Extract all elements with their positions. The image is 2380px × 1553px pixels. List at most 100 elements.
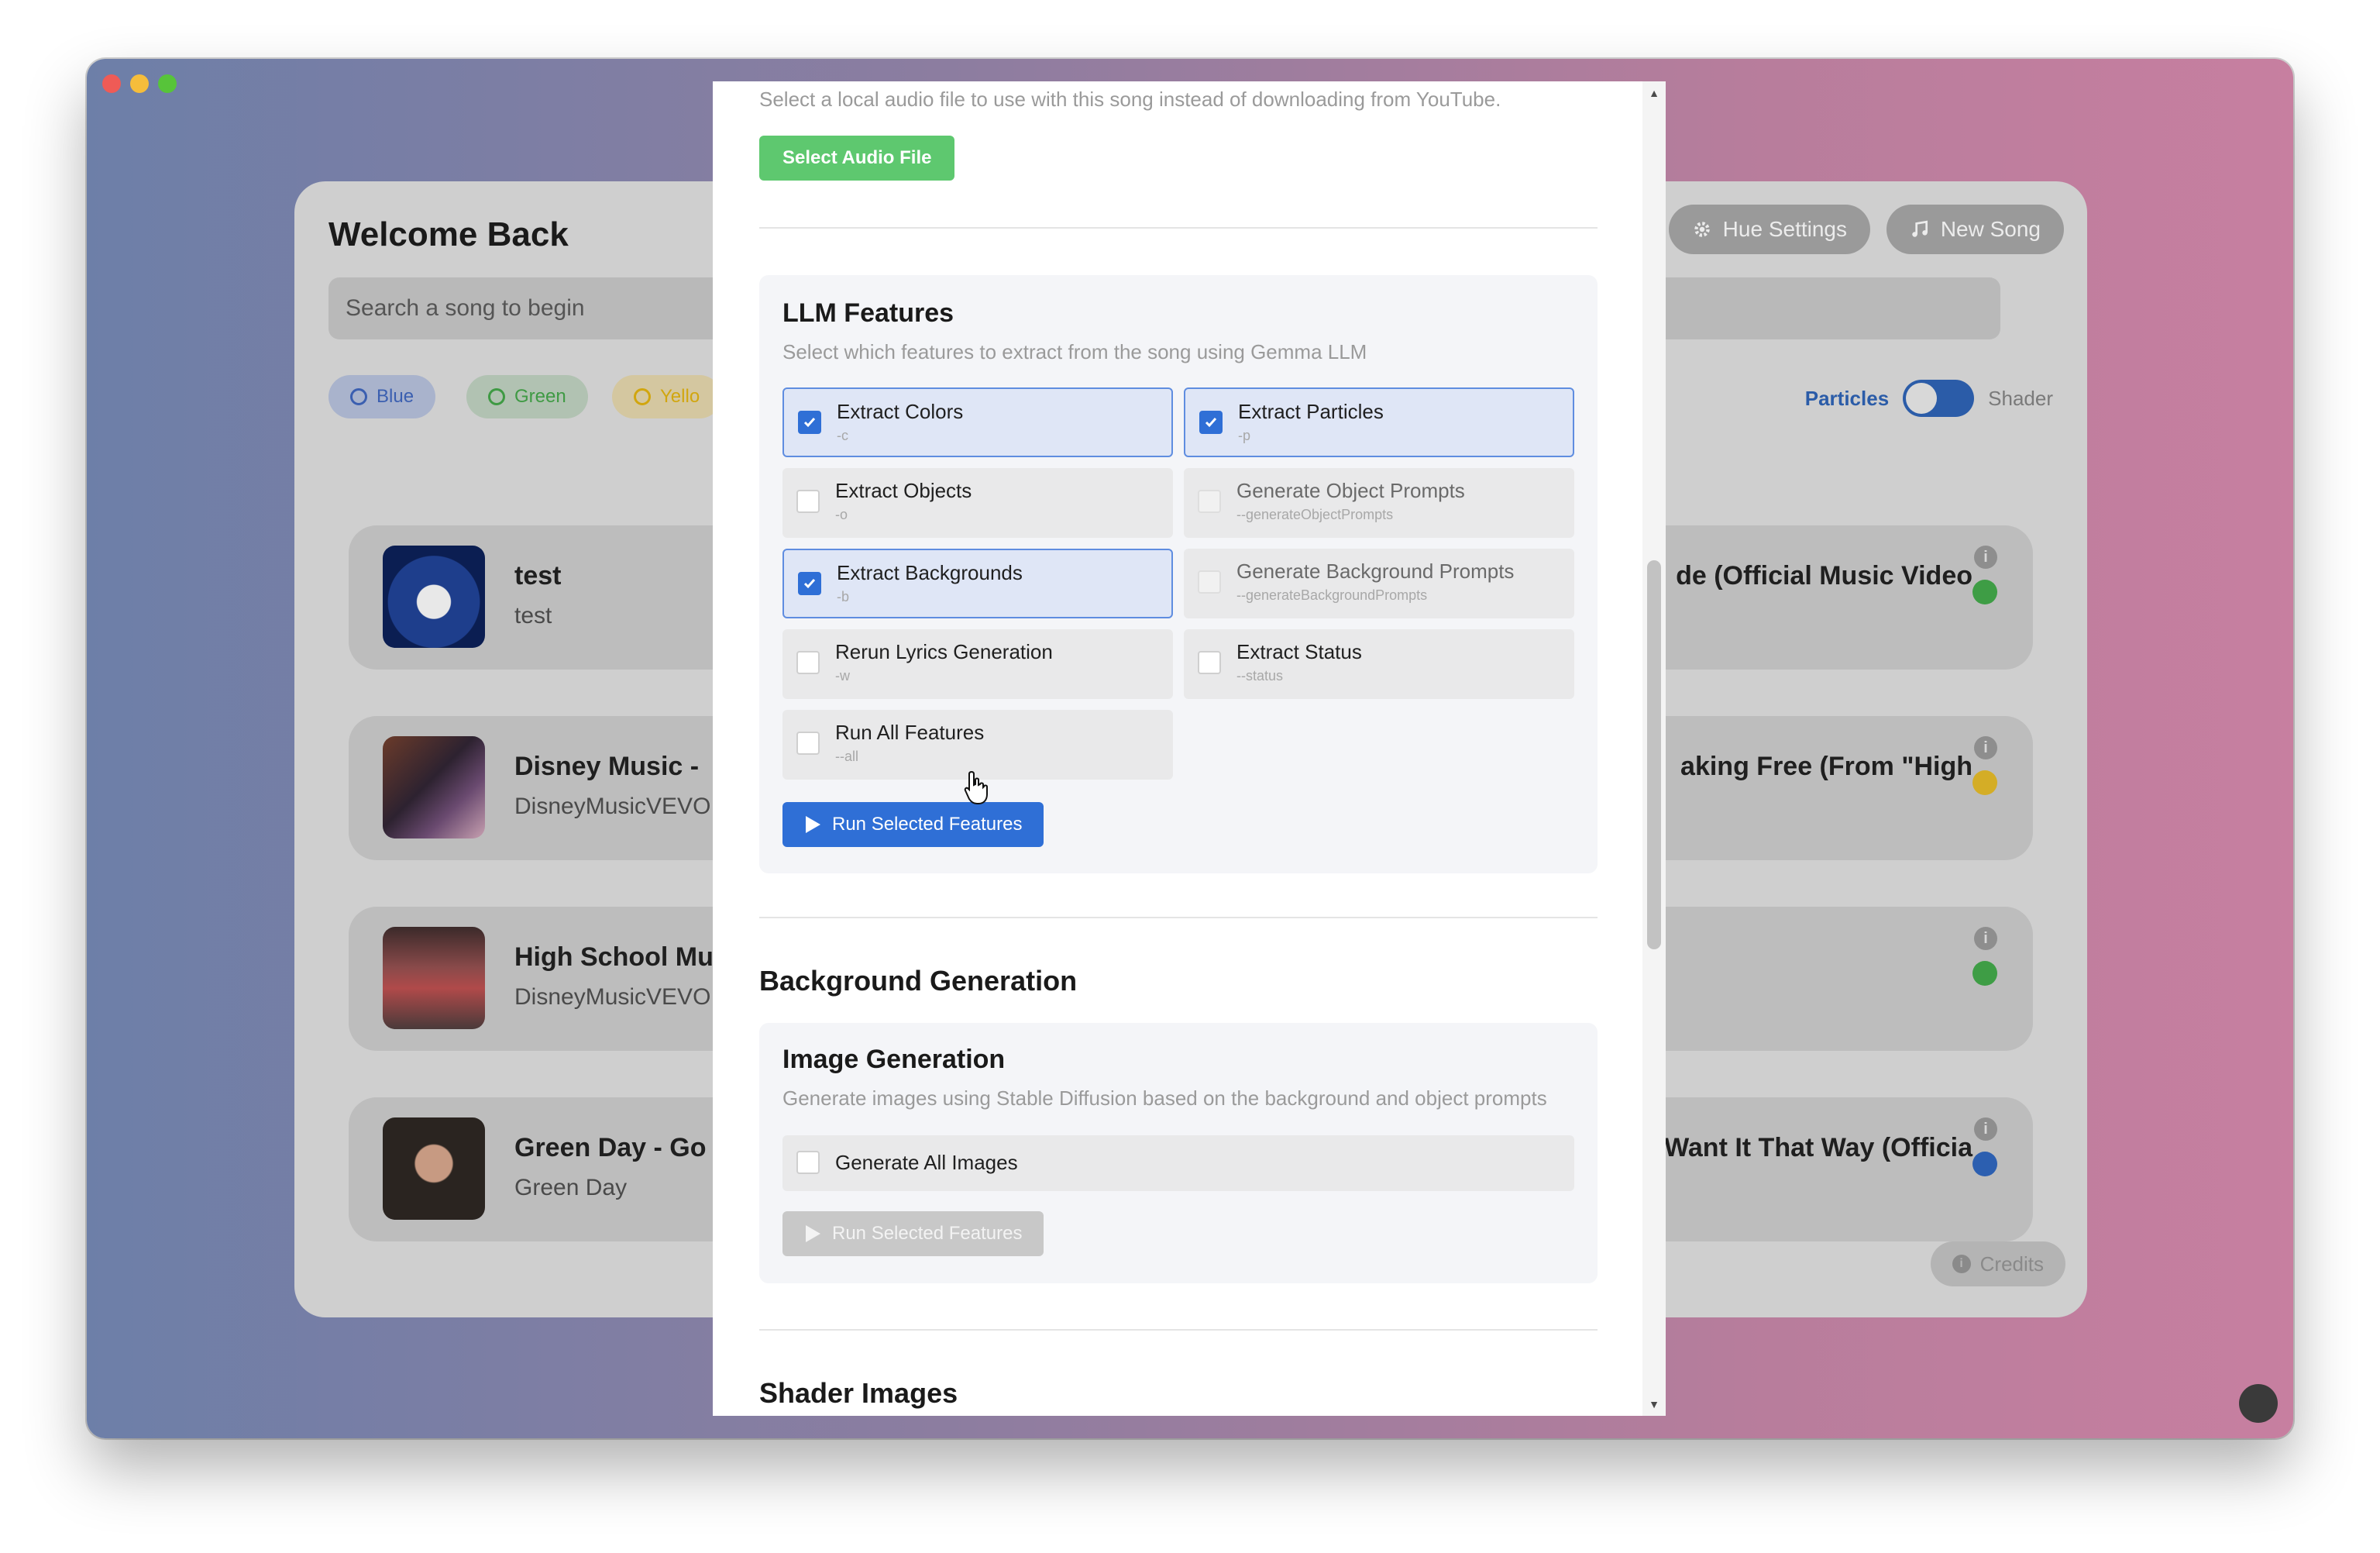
divider: [759, 227, 1598, 229]
feature-flag: -p: [1238, 428, 1251, 443]
song-settings-modal: ▲ ▼ Select a local audio file to use wit…: [713, 81, 1666, 1416]
song-artist: DisneyMusicVEVO: [514, 794, 711, 819]
shader-label: Shader: [1988, 386, 2053, 410]
info-icon[interactable]: i: [1974, 736, 1997, 759]
feature-generate-object-prompts[interactable]: Generate Object Prompts --generateObject…: [1184, 468, 1574, 538]
filter-blue[interactable]: Blue: [328, 375, 436, 418]
llm-features-subtitle: Select which features to extract from th…: [782, 340, 1367, 363]
particles-label: Particles: [1804, 386, 1890, 410]
feature-extract-backgrounds[interactable]: Extract Backgrounds -b: [782, 549, 1173, 618]
local-audio-description: Select a local audio file to use with th…: [759, 88, 1501, 111]
zoom-window-button[interactable]: [158, 74, 177, 93]
song-thumbnail: [383, 1117, 485, 1220]
status-dot: [1972, 1152, 1997, 1176]
song-title-overflow: de (Official Music Video: [1676, 561, 1972, 591]
checkbox[interactable]: [796, 732, 820, 755]
feature-flag: --generateBackgroundPrompts: [1236, 587, 1428, 603]
filter-label: Blue: [377, 386, 414, 407]
song-title: test: [514, 561, 562, 591]
filter-label: Green: [514, 386, 566, 407]
info-icon[interactable]: i: [1974, 1117, 1997, 1141]
new-song-button[interactable]: New Song: [1886, 205, 2064, 254]
checkbox[interactable]: [796, 1151, 820, 1174]
filter-green[interactable]: Green: [466, 375, 588, 418]
feature-flag: --status: [1236, 668, 1284, 684]
filter-yellow[interactable]: Yello: [612, 375, 722, 418]
song-title: Green Day - Go: [514, 1133, 707, 1162]
status-dot: [1972, 770, 1997, 795]
checkbox[interactable]: [1198, 490, 1221, 513]
song-title: Disney Music -: [514, 752, 700, 781]
image-generation-title: Image Generation: [782, 1045, 1006, 1074]
feature-label: Run All Features: [835, 721, 985, 744]
circle-icon: [488, 388, 505, 405]
shader-images-title: Shader Images: [759, 1377, 958, 1409]
feature-flag: -w: [835, 668, 850, 684]
option-label: Generate All Images: [835, 1151, 1018, 1174]
song-artist: test: [514, 603, 552, 628]
feature-label: Extract Status: [1236, 640, 1362, 663]
circle-icon: [350, 388, 367, 405]
switch-knob: [1906, 383, 1938, 414]
filter-label: Yello: [660, 386, 700, 407]
song-artist: DisneyMusicVEVO: [514, 984, 711, 1010]
feature-label: Extract Objects: [835, 479, 972, 502]
checkbox[interactable]: [1198, 570, 1221, 594]
image-generation-panel: Image Generation Generate images using S…: [759, 1023, 1598, 1283]
feature-extract-status[interactable]: Extract Status --status: [1184, 629, 1574, 699]
run-image-generation-button[interactable]: Run Selected Features: [782, 1211, 1044, 1256]
credits-button[interactable]: i Credits: [1930, 1241, 2065, 1286]
status-dot: [1972, 961, 1997, 986]
close-window-button[interactable]: [102, 74, 121, 93]
checkbox[interactable]: [796, 490, 820, 513]
hue-settings-label: Hue Settings: [1722, 217, 1847, 241]
modal-scrollbar[interactable]: ▲ ▼: [1642, 81, 1666, 1416]
mode-switch[interactable]: [1903, 380, 1975, 417]
feature-label: Rerun Lyrics Generation: [835, 640, 1053, 663]
feature-generate-background-prompts[interactable]: Generate Background Prompts --generateBa…: [1184, 549, 1574, 618]
scroll-thumb[interactable]: [1647, 560, 1661, 949]
song-title: High School Mu: [514, 942, 714, 972]
info-icon: i: [1952, 1255, 1971, 1273]
hue-settings-button[interactable]: Hue Settings: [1668, 205, 1870, 254]
info-icon[interactable]: i: [1974, 927, 1997, 950]
feature-flag: --generateObjectPrompts: [1236, 507, 1394, 522]
run-button-label: Run Selected Features: [832, 1223, 1023, 1244]
generate-all-images-option[interactable]: Generate All Images: [782, 1135, 1574, 1191]
minimize-window-button[interactable]: [130, 74, 149, 93]
scroll-up-icon[interactable]: ▲: [1647, 86, 1661, 100]
feature-label: Generate Object Prompts: [1236, 479, 1465, 502]
select-audio-file-button[interactable]: Select Audio File: [759, 136, 955, 181]
feature-extract-colors[interactable]: Extract Colors -c: [782, 387, 1173, 457]
divider: [759, 917, 1598, 918]
run-button-label: Run Selected Features: [832, 814, 1023, 835]
checkbox[interactable]: [1199, 411, 1223, 434]
check-icon: [803, 418, 816, 428]
new-song-label: New Song: [1940, 217, 2041, 241]
scroll-down-icon[interactable]: ▼: [1647, 1397, 1661, 1411]
feature-extract-particles[interactable]: Extract Particles -p: [1184, 387, 1574, 457]
checkbox[interactable]: [798, 411, 821, 434]
feature-extract-objects[interactable]: Extract Objects -o: [782, 468, 1173, 538]
feature-label: Extract Backgrounds: [837, 561, 1023, 584]
background-generation-title: Background Generation: [759, 965, 1078, 997]
checkbox[interactable]: [796, 651, 820, 674]
checkbox[interactable]: [1198, 651, 1221, 674]
page-title: Welcome Back: [328, 215, 569, 253]
credits-label: Credits: [1979, 1252, 2044, 1276]
hand-cursor-icon: [964, 770, 988, 804]
feature-rerun-lyrics[interactable]: Rerun Lyrics Generation -w: [782, 629, 1173, 699]
music-note-icon: [1912, 220, 1928, 237]
run-selected-features-button[interactable]: Run Selected Features: [782, 802, 1044, 847]
play-icon: [806, 816, 820, 833]
check-icon: [1205, 418, 1217, 428]
search-placeholder: Search a song to begin: [346, 295, 585, 321]
screenshot-icon[interactable]: [2239, 1384, 2278, 1423]
checkbox[interactable]: [798, 572, 821, 595]
check-icon: [803, 579, 816, 589]
info-icon[interactable]: i: [1974, 546, 1997, 569]
llm-features-title: LLM Features: [782, 298, 954, 328]
feature-label: Extract Particles: [1238, 400, 1384, 423]
image-generation-subtitle: Generate images using Stable Diffusion b…: [782, 1086, 1547, 1110]
feature-flag: --all: [835, 749, 858, 764]
